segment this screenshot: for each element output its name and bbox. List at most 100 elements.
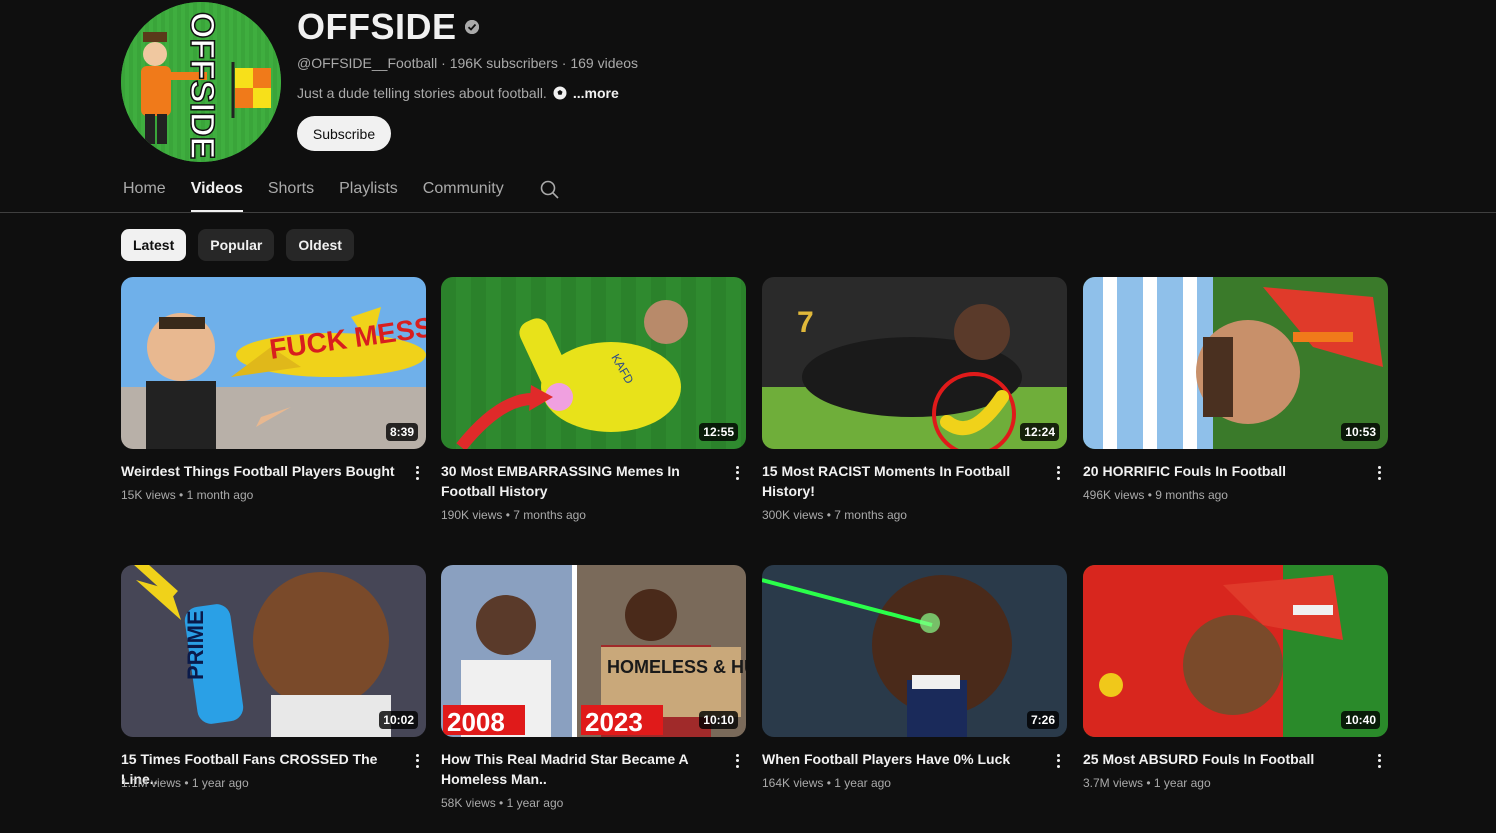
view-count: 300K views (762, 508, 824, 522)
view-count: 58K views (441, 796, 496, 810)
video-thumbnail[interactable]: 10:53 (1083, 277, 1388, 449)
description-text: Just a dude telling stories about footba… (297, 85, 547, 101)
chip-popular[interactable]: Popular (198, 229, 275, 261)
video-title[interactable]: 25 Most ABSURD Fouls In Football (1083, 749, 1358, 769)
meta-separator: · (441, 55, 450, 71)
upload-age: 9 months ago (1155, 488, 1228, 502)
thumbnail-year-left: 2008 (447, 707, 505, 737)
channel-avatar[interactable]: OFFSIDE (121, 2, 281, 162)
tab-playlists[interactable]: Playlists (339, 172, 398, 212)
channel-meta: @OFFSIDE__Football · 196K subscribers · … (297, 55, 638, 71)
tabs-divider (0, 212, 1496, 213)
video-stats: 190K views • 7 months ago (441, 508, 586, 522)
stats-separator: • (184, 776, 192, 790)
chip-oldest[interactable]: Oldest (286, 229, 354, 261)
video-stats: 164K views • 1 year ago (762, 776, 891, 790)
upload-age: 7 months ago (834, 508, 907, 522)
video-card[interactable]: 10:40 25 Most ABSURD Fouls In Football 3… (1083, 565, 1388, 790)
video-card[interactable]: 7 12:24 15 Most RACIST Moments In Footba… (762, 277, 1067, 522)
video-title[interactable]: 15 Most RACIST Moments In Football Histo… (762, 461, 1037, 501)
video-card[interactable]: 10:53 20 HORRIFIC Fouls In Football 496K… (1083, 277, 1388, 502)
sort-chips: Latest Popular Oldest (121, 229, 354, 261)
view-count: 496K views (1083, 488, 1145, 502)
video-stats: 58K views • 1 year ago (441, 796, 563, 810)
channel-header: OFFSIDE OFFSIDE @OFFSIDE__Football · 196… (0, 0, 1496, 212)
thumbnail-caption: PRIME (183, 610, 208, 680)
video-title[interactable]: How This Real Madrid Star Became A Homel… (441, 749, 716, 789)
tab-shorts[interactable]: Shorts (268, 172, 314, 212)
video-title[interactable]: Weirdest Things Football Players Bought (121, 461, 396, 481)
more-link[interactable]: ...more (573, 85, 619, 101)
view-count: 190K views (441, 508, 503, 522)
tab-community[interactable]: Community (423, 172, 504, 212)
upload-age: 1 month ago (186, 488, 254, 502)
view-count: 15K views (121, 488, 176, 502)
svg-text:7: 7 (797, 306, 814, 339)
more-options-icon[interactable] (731, 463, 743, 483)
video-duration: 10:10 (699, 711, 738, 729)
video-card[interactable]: HOMELESS & HUNGRY 2008 2023 10:10 How Th… (441, 565, 746, 810)
video-card[interactable]: 7:26 When Football Players Have 0% Luck … (762, 565, 1067, 790)
video-stats: 300K views • 7 months ago (762, 508, 907, 522)
stats-separator: • (179, 488, 187, 502)
more-options-icon[interactable] (1373, 751, 1385, 771)
video-duration: 7:26 (1026, 711, 1059, 729)
thumbnail-year-right: 2023 (585, 707, 643, 737)
video-duration: 8:39 (385, 423, 418, 441)
verified-badge-icon (464, 20, 479, 34)
video-stats: 1.1M views • 1 year ago (121, 776, 249, 790)
video-title[interactable]: 20 HORRIFIC Fouls In Football (1083, 461, 1358, 481)
channel-description[interactable]: Just a dude telling stories about footba… (297, 85, 619, 101)
video-stats: 15K views • 1 month ago (121, 488, 253, 502)
video-title[interactable]: 30 Most EMBARRASSING Memes In Football H… (441, 461, 716, 501)
video-duration: 10:53 (1341, 423, 1380, 441)
upload-age: 1 year ago (1153, 776, 1211, 790)
video-duration: 12:24 (1020, 423, 1059, 441)
video-thumbnail[interactable]: 7:26 (762, 565, 1067, 737)
more-options-icon[interactable] (731, 751, 743, 771)
upload-age: 1 year ago (506, 796, 564, 810)
channel-title: OFFSIDE (297, 6, 479, 48)
video-thumbnail[interactable]: FUCK MESSI 8:39 (121, 277, 426, 449)
video-duration: 10:40 (1341, 711, 1380, 729)
channel-handle: @OFFSIDE__Football (297, 55, 438, 71)
upload-age: 1 year ago (834, 776, 891, 790)
subscriber-count: 196K subscribers (449, 55, 558, 71)
view-count: 3.7M views (1083, 776, 1144, 790)
more-options-icon[interactable] (1052, 751, 1064, 771)
channel-name-text: OFFSIDE (297, 6, 457, 47)
more-options-icon[interactable] (411, 751, 423, 771)
video-stats: 496K views • 9 months ago (1083, 488, 1228, 502)
upload-age: 7 months ago (513, 508, 586, 522)
thumbnail-caption: HOMELESS & HUNGRY (607, 657, 746, 677)
more-options-icon[interactable] (1373, 463, 1385, 483)
video-thumbnail[interactable]: PRIME 10:02 (121, 565, 426, 737)
channel-search-icon[interactable] (540, 180, 560, 200)
stats-separator: • (1146, 776, 1154, 790)
soccer-ball-icon (553, 86, 567, 100)
upload-age: 1 year ago (191, 776, 249, 790)
video-card[interactable]: PRIME 10:02 15 Times Football Fans CROSS… (121, 565, 426, 790)
more-options-icon[interactable] (411, 463, 423, 483)
view-count: 1.1M views (121, 776, 182, 790)
video-title[interactable]: When Football Players Have 0% Luck (762, 749, 1037, 769)
chip-latest[interactable]: Latest (121, 229, 187, 261)
subscribe-button[interactable]: Subscribe (297, 116, 391, 151)
video-thumbnail[interactable]: KAFD 12:55 (441, 277, 746, 449)
video-card[interactable]: KAFD 12:55 30 Most EMBARRASSING Memes In… (441, 277, 746, 522)
video-duration: 10:02 (379, 711, 418, 729)
avatar-wordmark: OFFSIDE (183, 12, 221, 159)
video-thumbnail[interactable]: HOMELESS & HUNGRY 2008 2023 10:10 (441, 565, 746, 737)
video-thumbnail[interactable]: 7 12:24 (762, 277, 1067, 449)
video-thumbnail[interactable]: 10:40 (1083, 565, 1388, 737)
channel-tabs: Home Videos Shorts Playlists Community (123, 172, 529, 212)
tab-videos[interactable]: Videos (190, 172, 244, 212)
video-count: 169 videos (570, 55, 639, 71)
view-count: 164K views (762, 776, 824, 790)
video-stats: 3.7M views • 1 year ago (1083, 776, 1211, 790)
video-duration: 12:55 (699, 423, 738, 441)
tab-home[interactable]: Home (123, 172, 166, 212)
stats-separator: • (499, 796, 507, 810)
video-card[interactable]: FUCK MESSI 8:39 Weirdest Things Football… (121, 277, 426, 502)
more-options-icon[interactable] (1052, 463, 1064, 483)
